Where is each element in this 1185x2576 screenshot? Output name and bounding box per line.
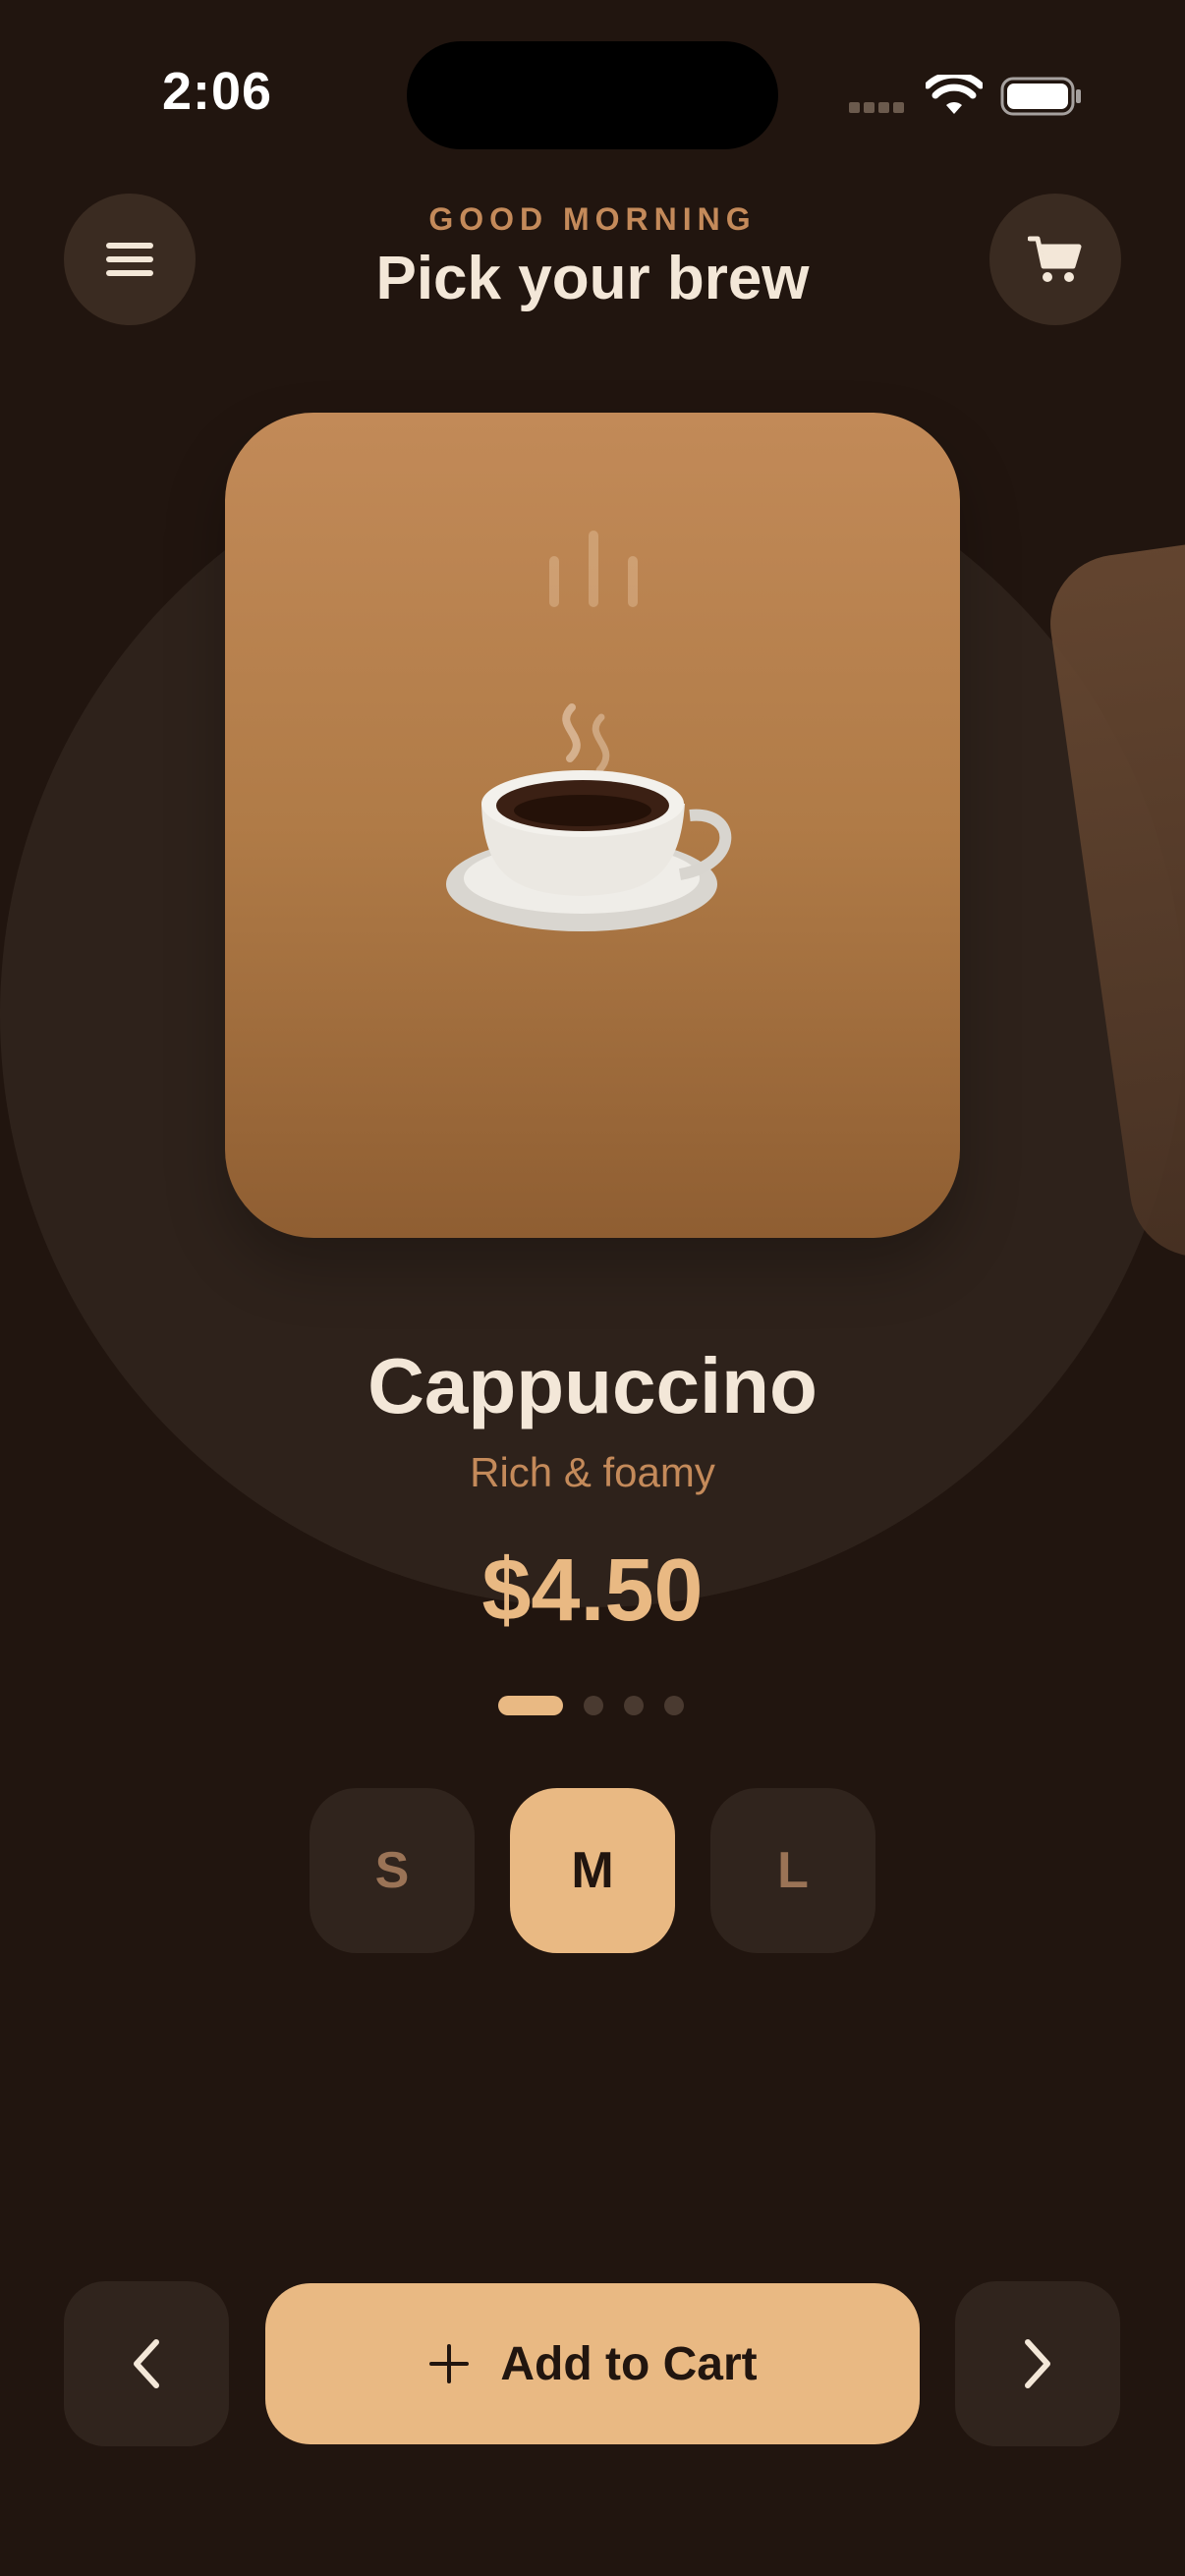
product-price: $4.50 [481,1541,704,1640]
next-product-button[interactable] [955,2281,1120,2446]
plus-icon [429,2344,470,2383]
product-name: Cappuccino [367,1342,818,1429]
page-dot[interactable] [584,1696,603,1715]
product-card[interactable] [225,413,960,1238]
steam-lines-icon [549,531,638,607]
cellular-signal-icon [849,102,904,113]
size-option-small[interactable]: S [310,1788,475,1953]
wifi-icon [926,75,983,114]
add-to-cart-label: Add to Cart [500,2337,758,2390]
cart-button[interactable] [989,194,1121,325]
carousel-page-indicator [498,1696,684,1715]
battery-icon [1000,77,1081,116]
chevron-left-icon [134,2339,159,2388]
product-description: Rich & foamy [470,1449,715,1495]
hot-coffee-cup-icon [446,703,732,931]
add-to-cart-button[interactable]: Add to Cart [265,2283,920,2444]
size-option-large[interactable]: L [710,1788,875,1953]
page-dot[interactable] [664,1696,684,1715]
size-option-medium-selected[interactable]: M [510,1788,675,1953]
shopping-cart-icon [1028,236,1082,282]
previous-product-button[interactable] [64,2281,229,2446]
chevron-right-icon [1025,2339,1050,2388]
status-time: 2:06 [162,62,273,121]
page-dot[interactable] [624,1696,644,1715]
page-dot-active[interactable] [498,1696,563,1715]
app-screen: 2:06 GOOD MORNING Pick your brew Cappucc… [0,0,1185,2576]
dynamic-island [407,41,778,149]
